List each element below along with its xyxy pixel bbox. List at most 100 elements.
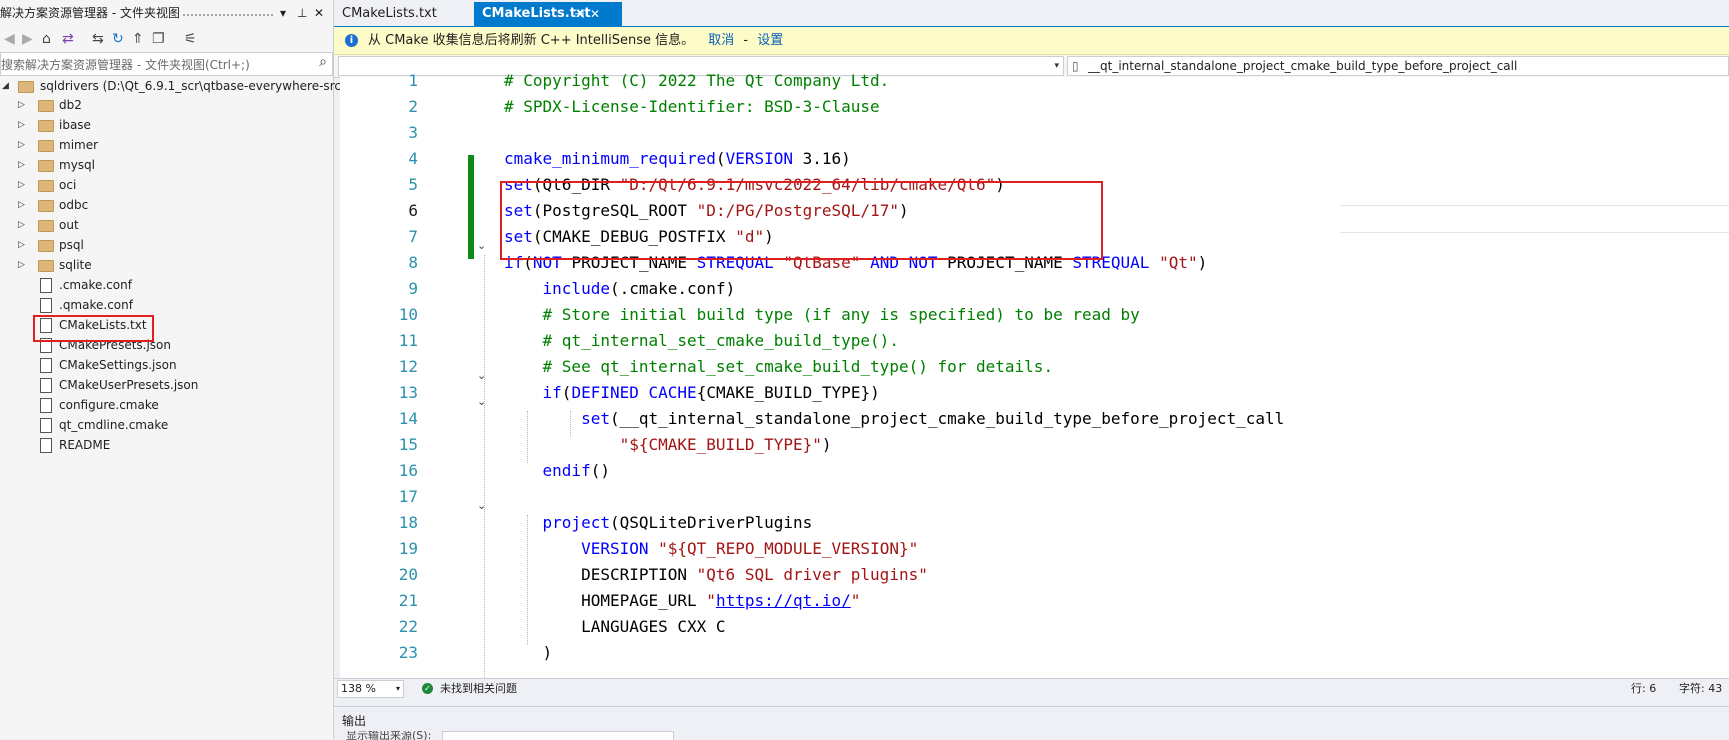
chevron-down-icon[interactable]: ▾	[396, 681, 400, 697]
code-token: DESCRIPTION	[504, 565, 697, 584]
tree-folder[interactable]: ▷ psql	[0, 235, 333, 255]
editor-status-bar: 138 % ▾ ✓ 未找到相关问题 行: 6 字符: 43	[334, 678, 1729, 699]
cancel-link[interactable]: 取消	[708, 33, 734, 48]
issues-status[interactable]: 未找到相关问题	[440, 679, 517, 699]
collapsed-icon[interactable]: ▷	[18, 115, 25, 135]
tree-folder[interactable]: ▷ db2	[0, 95, 333, 115]
tree-folder[interactable]: ▷ mysql	[0, 155, 333, 175]
code-line[interactable]: # See qt_internal_set_cmake_build_type()…	[504, 354, 1054, 380]
tree-file[interactable]: configure.cmake	[0, 395, 333, 415]
code-line[interactable]: endif()	[504, 458, 610, 484]
tree-file[interactable]: CMakeSettings.json	[0, 355, 333, 375]
code-token: "Qt6 SQL driver plugins"	[696, 565, 928, 584]
code-link[interactable]: https://qt.io/	[716, 591, 851, 610]
sync-icon[interactable]: ⇆	[92, 30, 104, 48]
folder-icon	[38, 220, 54, 232]
code-line[interactable]: project(QSQLiteDriverPlugins	[504, 510, 813, 536]
line-number: 1	[408, 71, 418, 90]
collapsed-icon[interactable]: ▷	[18, 175, 25, 195]
code-token: (__qt_internal_standalone_project_cmake_…	[609, 409, 1285, 428]
pin-icon[interactable]: ⊥	[297, 0, 307, 27]
line-number: 9	[408, 279, 418, 298]
tree-file[interactable]: .cmake.conf	[0, 275, 333, 295]
file-icon	[40, 438, 52, 453]
forward-icon[interactable]: ▶	[22, 30, 33, 48]
code-line[interactable]: # qt_internal_set_cmake_build_type().	[504, 328, 899, 354]
line-number: 19	[398, 539, 418, 558]
explorer-toolbar: ◀ ▶ ⌂ ⇄ ⇆ ↻ ⇑ ❐ ⚟	[0, 27, 333, 51]
collapsed-icon[interactable]: ▷	[18, 95, 25, 115]
tab-cmakelists-inactive[interactable]: CMakeLists.txt	[334, 2, 474, 26]
code-line[interactable]: HOMEPAGE_URL "https://qt.io/"	[504, 588, 860, 614]
code-token: endif	[542, 461, 591, 480]
collapsed-icon[interactable]: ▷	[18, 195, 25, 215]
tree-folder[interactable]: ▷ out	[0, 215, 333, 235]
collapsed-icon[interactable]: ▷	[18, 155, 25, 175]
code-line[interactable]: cmake_minimum_required(VERSION 3.16)	[504, 146, 851, 172]
folder-label: odbc	[59, 198, 89, 212]
folder-label: db2	[59, 98, 82, 112]
explorer-title: 解决方案资源管理器 - 文件夹视图	[0, 6, 180, 20]
code-editor[interactable]: 1 2 3 4 5 6 7 8 9 10 11 12 13 14 15 16 17 18 19 20 21 22 23 # …	[340, 71, 1729, 678]
show-all-files-icon[interactable]: ❐	[152, 30, 165, 48]
indent-guide	[527, 515, 528, 645]
highlight-box	[33, 315, 154, 342]
code-token: set	[581, 409, 610, 428]
tree-file[interactable]: README	[0, 435, 333, 455]
back-icon[interactable]: ◀	[4, 30, 15, 48]
tree-root[interactable]: ◢ sqldrivers (D:\Qt_6.9.1_scr\qtbase-eve…	[0, 76, 512, 96]
line-number: 23	[398, 643, 418, 662]
tree-folder[interactable]: ▷ ibase	[0, 115, 333, 135]
folder-icon	[38, 100, 54, 112]
code-line[interactable]: # Store initial build type (if any is sp…	[504, 302, 1140, 328]
collapsed-icon[interactable]: ▷	[18, 255, 25, 275]
member-dropdown[interactable]: ▯ __qt_internal_standalone_project_cmake…	[1067, 56, 1729, 76]
chevron-down-icon[interactable]: ▾	[1054, 57, 1059, 75]
code-token: project	[542, 513, 610, 532]
zoom-dropdown[interactable]: 138 % ▾	[337, 680, 404, 698]
tree-folder[interactable]: ▷ mimer	[0, 135, 333, 155]
info-message: 从 CMake 收集信息后将刷新 C++ IntelliSense 信息。 取消…	[368, 27, 783, 54]
tree-folder[interactable]: ▷ oci	[0, 175, 333, 195]
explorer-search[interactable]: 搜索解决方案资源管理器 - 文件夹视图(Ctrl+;) ⌕	[0, 52, 333, 76]
tab-cmakelists-active[interactable]: CMakeLists.txt ⊣ ✕	[474, 2, 622, 26]
code-line[interactable]: set(__qt_internal_standalone_project_cma…	[504, 406, 1284, 432]
collapsed-icon[interactable]: ▷	[18, 135, 25, 155]
code-line[interactable]: if(DEFINED CACHE{CMAKE_BUILD_TYPE})	[504, 380, 880, 406]
code-line[interactable]: )	[504, 640, 553, 666]
code-line[interactable]: DESCRIPTION "Qt6 SQL driver plugins"	[504, 562, 928, 588]
tab-close-icon[interactable]: ✕	[590, 2, 600, 26]
indent-guide	[570, 411, 571, 437]
properties-icon[interactable]: ⚟	[184, 30, 197, 48]
settings-link[interactable]: 设置	[757, 33, 783, 48]
code-line[interactable]: # SPDX-License-Identifier: BSD-3-Clause	[504, 94, 880, 120]
line-number: 18	[398, 513, 418, 532]
code-line[interactable]: VERSION "${QT_REPO_MODULE_VERSION}"	[504, 536, 918, 562]
close-icon[interactable]: ✕	[314, 0, 324, 27]
code-line[interactable]: LANGUAGES CXX C	[504, 614, 726, 640]
expanded-icon[interactable]: ◢	[2, 76, 9, 96]
tab-pin-icon[interactable]: ⊣	[574, 2, 584, 26]
code-line[interactable]: include(.cmake.conf)	[504, 276, 736, 302]
explorer-dropdown-icon[interactable]: ▾	[280, 0, 286, 27]
tree-file[interactable]: CMakeUserPresets.json	[0, 375, 333, 395]
home-icon[interactable]: ⌂	[42, 30, 51, 48]
switch-view-icon[interactable]: ⇄	[62, 30, 74, 48]
code-line[interactable]: "${CMAKE_BUILD_TYPE}")	[504, 432, 832, 458]
search-icon[interactable]: ⌕	[319, 54, 327, 70]
info-bar: i 从 CMake 收集信息后将刷新 C++ IntelliSense 信息。 …	[334, 27, 1729, 55]
tree-file[interactable]: qt_cmdline.cmake	[0, 415, 333, 435]
code-token: "	[850, 591, 861, 610]
tree-file[interactable]: .qmake.conf	[0, 295, 333, 315]
refresh-icon[interactable]: ↻	[112, 30, 124, 48]
file-label: CMakeUserPresets.json	[59, 378, 199, 392]
collapse-all-icon[interactable]: ⇑	[132, 30, 144, 48]
tree-folder[interactable]: ▷ sqlite	[0, 255, 333, 275]
collapsed-icon[interactable]: ▷	[18, 215, 25, 235]
code-line[interactable]: # Copyright (C) 2022 The Qt Company Ltd.	[504, 68, 889, 94]
tree-folder[interactable]: ▷ odbc	[0, 195, 333, 215]
collapsed-icon[interactable]: ▷	[18, 235, 25, 255]
